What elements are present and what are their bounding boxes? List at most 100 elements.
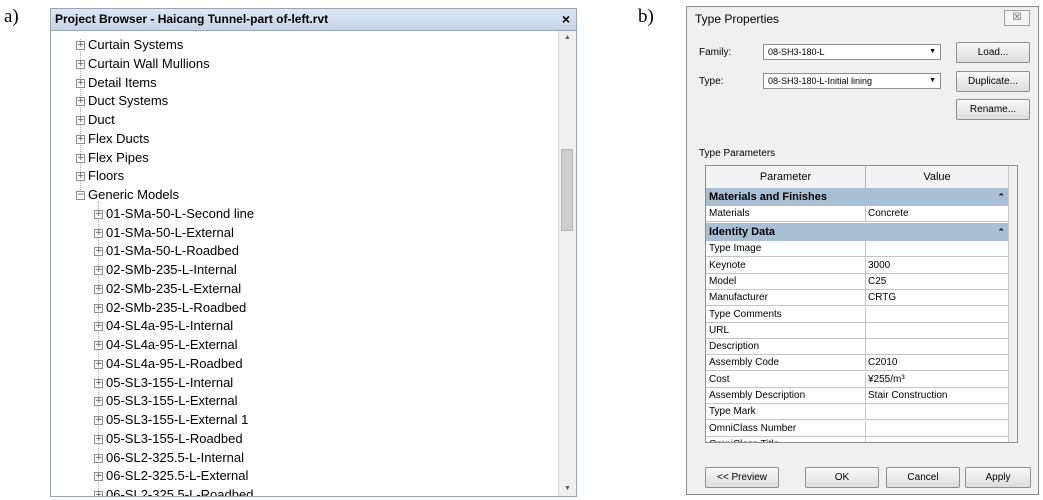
expand-plus-icon[interactable]: + — [76, 116, 85, 126]
tree-child-node[interactable]: +04-SL4a-95-L-Internal — [94, 317, 233, 335]
expand-plus-icon[interactable]: + — [94, 284, 103, 294]
tree-child-node[interactable]: +05-SL3-155-L-Internal — [94, 374, 233, 392]
parameter-row[interactable]: Type Comments — [706, 306, 1011, 323]
close-icon[interactable]: × — [562, 9, 570, 30]
expand-plus-icon[interactable]: + — [76, 78, 85, 88]
scroll-thumb[interactable] — [561, 149, 573, 231]
parameter-value[interactable]: CRTG — [868, 290, 896, 305]
parameter-row[interactable]: Description — [706, 339, 1011, 356]
duplicate-button[interactable]: Duplicate... — [956, 71, 1030, 92]
tree-child-node[interactable]: +02-SMb-235-L-Roadbed — [94, 299, 246, 317]
tree-node[interactable]: + Floors — [76, 167, 124, 185]
tree-child-node[interactable]: +04-SL4a-95-L-External — [94, 336, 238, 354]
tree-child-node[interactable]: +06-SL2-325.5-L-External — [94, 467, 248, 485]
parameter-row[interactable]: Assembly Code C2010 — [706, 355, 1011, 372]
parameter-row[interactable]: Type Image — [706, 241, 1011, 258]
expand-plus-icon[interactable]: + — [94, 341, 103, 351]
tree-node[interactable]: + Detail Items — [76, 74, 157, 92]
expand-plus-icon[interactable]: + — [94, 266, 103, 276]
parameter-row[interactable]: Cost ¥255/m³ — [706, 371, 1011, 388]
expand-plus-icon[interactable]: + — [76, 59, 85, 69]
parameter-name: Model — [709, 275, 737, 287]
tree-node[interactable]: + Duct Systems — [76, 92, 168, 110]
expand-plus-icon[interactable]: + — [94, 472, 103, 482]
parameter-row[interactable]: Assembly Description Stair Construction — [706, 388, 1011, 404]
rename-button[interactable]: Rename... — [956, 99, 1030, 120]
tree-node[interactable]: + Duct — [76, 111, 115, 129]
column-divider — [865, 355, 866, 372]
expand-plus-icon[interactable]: + — [94, 322, 103, 332]
scroll-down-arrow-icon[interactable]: ▼ — [559, 485, 576, 492]
column-divider — [865, 322, 866, 339]
tree-node-generic-models[interactable]: − Generic Models — [76, 186, 179, 204]
parameter-row[interactable]: Materials Concrete — [706, 206, 1011, 222]
tree-child-node[interactable]: +05-SL3-155-L-External 1 — [94, 411, 248, 429]
parameter-value[interactable]: Stair Construction — [868, 388, 947, 403]
expand-plus-icon[interactable]: + — [76, 172, 85, 182]
expand-plus-icon[interactable]: + — [94, 491, 103, 496]
group-header[interactable]: Identity Data ⌃ — [706, 223, 1011, 242]
expand-plus-icon[interactable]: + — [94, 359, 103, 369]
parameter-value[interactable]: C2010 — [868, 355, 897, 370]
parameter-row[interactable]: OmniClass Title — [706, 436, 1011, 442]
parameter-row[interactable]: Keynote 3000 — [706, 257, 1011, 274]
cancel-button[interactable]: Cancel — [886, 467, 960, 488]
figure-label-b: b) — [638, 6, 654, 27]
type-properties-dialog: Type Properties ☒ Family: 08-SH3-180-L ▼… — [686, 6, 1039, 495]
ok-button[interactable]: OK — [805, 467, 879, 488]
load-button[interactable]: Load... — [956, 42, 1030, 63]
parameter-row[interactable]: URL — [706, 322, 1011, 339]
expand-plus-icon[interactable]: + — [76, 97, 85, 107]
tree-child-node[interactable]: +05-SL3-155-L-External — [94, 392, 238, 410]
tree-child-node[interactable]: +06-SL2-325.5-L-Internal — [94, 449, 244, 467]
collapse-minus-icon[interactable]: − — [76, 191, 85, 201]
column-header-parameter[interactable]: Parameter — [706, 166, 866, 188]
expand-plus-icon[interactable]: + — [94, 209, 103, 219]
column-header-value[interactable]: Value — [866, 166, 1009, 188]
preview-button[interactable]: << Preview — [705, 467, 779, 488]
tree-node[interactable]: + Curtain Systems — [76, 36, 183, 54]
parameter-row[interactable]: Type Mark — [706, 404, 1011, 421]
parameter-value[interactable]: Concrete — [868, 206, 909, 221]
expand-plus-icon[interactable]: + — [76, 134, 85, 144]
tree-child-node[interactable]: +02-SMb-235-L-Internal — [94, 261, 237, 279]
expand-plus-icon[interactable]: + — [94, 397, 103, 407]
expand-plus-icon[interactable]: + — [76, 41, 85, 51]
expand-plus-icon[interactable]: + — [94, 434, 103, 444]
scroll-up-arrow-icon[interactable]: ▲ — [559, 34, 576, 41]
expand-plus-icon[interactable]: + — [94, 378, 103, 388]
expand-plus-icon[interactable]: + — [94, 228, 103, 238]
parameter-value[interactable]: ¥255/m³ — [868, 372, 905, 387]
tree-child-node[interactable]: +05-SL3-155-L-Roadbed — [94, 430, 243, 448]
expand-plus-icon[interactable]: + — [94, 303, 103, 313]
tree-child-node[interactable]: +02-SMb-235-L-External — [94, 280, 241, 298]
tree-child-node[interactable]: +01-SMa-50-L-Second line — [94, 205, 254, 223]
parameter-row[interactable]: OmniClass Number — [706, 420, 1011, 437]
grid-scrollbar[interactable] — [1008, 166, 1017, 442]
apply-button[interactable]: Apply — [965, 467, 1031, 488]
family-dropdown[interactable]: 08-SH3-180-L ▼ — [763, 44, 941, 60]
close-icon[interactable]: ☒ — [1004, 10, 1030, 26]
expand-plus-icon[interactable]: + — [94, 453, 103, 463]
family-label: Family: — [699, 47, 732, 58]
tree-node-label: 02-SMb-235-L-Internal — [106, 262, 237, 277]
tree-child-node[interactable]: +06-SL2-325.5-L-Roadbed — [94, 486, 253, 496]
collapse-chevron-icon[interactable]: ⌃ — [997, 188, 1005, 206]
group-header[interactable]: Materials and Finishes ⌃ — [706, 188, 1011, 206]
tree-node[interactable]: + Curtain Wall Mullions — [76, 55, 210, 73]
tree-child-node[interactable]: +01-SMa-50-L-External — [94, 224, 234, 242]
tree-child-node[interactable]: +01-SMa-50-L-Roadbed — [94, 242, 239, 260]
type-dropdown[interactable]: 08-SH3-180-L-Initial lining ▼ — [763, 73, 941, 89]
tree-node[interactable]: + Flex Ducts — [76, 130, 149, 148]
parameter-value[interactable]: 3000 — [868, 258, 890, 273]
collapse-chevron-icon[interactable]: ⌃ — [997, 223, 1005, 241]
parameter-value[interactable]: C25 — [868, 274, 886, 289]
parameter-row[interactable]: Model C25 — [706, 273, 1011, 290]
tree-child-node[interactable]: +04-SL4a-95-L-Roadbed — [94, 355, 243, 373]
tree-node[interactable]: + Flex Pipes — [76, 149, 149, 167]
expand-plus-icon[interactable]: + — [94, 416, 103, 426]
expand-plus-icon[interactable]: + — [94, 247, 103, 257]
project-browser-scrollbar[interactable]: ▲ ▼ — [558, 31, 576, 496]
parameter-row[interactable]: Manufacturer CRTG — [706, 290, 1011, 307]
expand-plus-icon[interactable]: + — [76, 153, 85, 163]
